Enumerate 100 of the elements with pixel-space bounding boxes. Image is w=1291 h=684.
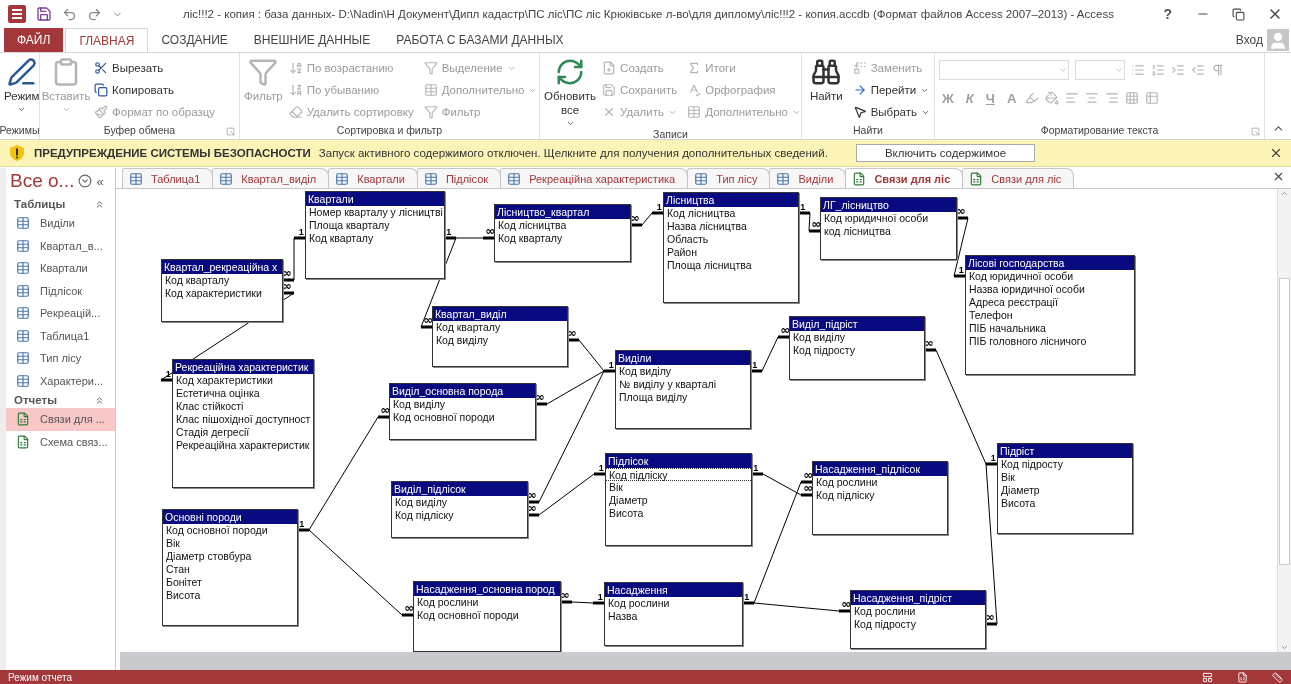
enable-content-button[interactable]: Включить содержимое bbox=[855, 144, 1036, 162]
table-card[interactable]: Насадження_підлісок Код рослини Код підліску bbox=[812, 461, 948, 535]
field-name[interactable]: Номер кварталу у лісництві bbox=[306, 206, 444, 219]
table-card[interactable]: Лісництва Код лісництва Назва лісництва Область Район Площа лісництва bbox=[663, 192, 799, 303]
navigation-item[interactable]: Таблица1 bbox=[6, 324, 115, 347]
field-name[interactable]: Естетична оцінка bbox=[173, 387, 313, 400]
field-name[interactable]: Назва лісництва bbox=[664, 220, 798, 233]
table-card[interactable]: ЛГ_лісництво Код юридичної особи код лісництва bbox=[820, 197, 957, 260]
field-name[interactable]: Код рослини bbox=[605, 597, 742, 610]
table-card[interactable]: Виділ_підріст Код виділу Код підросту bbox=[789, 316, 925, 380]
ribbon-tab[interactable]: ГЛАВНАЯ bbox=[65, 28, 149, 52]
navigation-item[interactable]: Підлісок bbox=[6, 279, 115, 302]
field-name[interactable]: Код основної породи bbox=[414, 609, 560, 622]
field-name[interactable]: Клас стійкості bbox=[173, 400, 313, 413]
ribbon-tab[interactable]: СОЗДАНИЕ bbox=[148, 28, 241, 52]
field-name[interactable]: Вік bbox=[606, 481, 751, 494]
document-tab[interactable]: Связи для ліс bbox=[962, 168, 1075, 188]
field-name[interactable]: Телефон bbox=[966, 309, 1134, 322]
field-name[interactable]: ПІБ начальника bbox=[966, 322, 1134, 335]
field-name[interactable]: Вік bbox=[163, 537, 297, 550]
ribbon-button[interactable]: Перейти bbox=[852, 79, 930, 101]
field-name[interactable]: Площа виділу bbox=[616, 391, 750, 404]
field-name[interactable]: Район bbox=[664, 246, 798, 259]
field-name[interactable]: Код підліску bbox=[813, 489, 947, 502]
field-name[interactable]: Код лісництва bbox=[495, 219, 630, 232]
navigation-item[interactable]: Квартали bbox=[6, 257, 115, 280]
field-name[interactable]: Код виділу bbox=[433, 334, 567, 347]
field-name[interactable]: Площа лісництва bbox=[664, 259, 798, 272]
ribbon-large-button[interactable]: Режим bbox=[4, 57, 40, 114]
field-name[interactable]: Код рослини bbox=[851, 605, 985, 618]
field-name[interactable]: Бонітет bbox=[163, 576, 297, 589]
field-name[interactable]: Код основної породи bbox=[163, 524, 297, 537]
field-name[interactable]: Код рослини bbox=[813, 476, 947, 489]
table-card[interactable]: Лісові господарства Код юридичної особи Назва юридичної особи Адреса реєстрації Телефон ПІБ начальника ПІБ головного лісничого bbox=[965, 255, 1135, 375]
document-tab[interactable]: Рекреаційна характеристика bbox=[500, 168, 689, 188]
table-card[interactable]: Виділи Код виділу № виділу у кварталі Площа виділу bbox=[615, 350, 751, 429]
field-name[interactable]: Адреса реєстрації bbox=[966, 296, 1134, 309]
ribbon-tab[interactable]: ФАЙЛ bbox=[4, 28, 64, 52]
ribbon-button[interactable]: Вырезать bbox=[94, 57, 216, 79]
field-name[interactable]: Стадія дегресії bbox=[173, 426, 313, 439]
field-name[interactable]: Діаметр стовбура bbox=[163, 550, 297, 563]
table-card[interactable]: Квартали Номер кварталу у лісництві Площа кварталу Код кварталу bbox=[305, 191, 445, 279]
table-card[interactable]: Підріст Код підросту Вік Діаметр Висота bbox=[997, 443, 1133, 534]
field-name[interactable]: Висота bbox=[163, 589, 297, 602]
document-tab[interactable]: Связи для ліс bbox=[845, 168, 964, 188]
field-name[interactable]: Площа кварталу bbox=[306, 219, 444, 232]
field-name[interactable]: Код підросту bbox=[998, 458, 1132, 471]
table-card[interactable]: Підлісок Код підліску Вік Діаметр Висота bbox=[605, 453, 752, 546]
section-header[interactable]: Таблицы bbox=[6, 196, 115, 212]
field-name[interactable]: Код виділу bbox=[790, 331, 924, 344]
navigation-item[interactable]: Рекреацій... bbox=[6, 302, 115, 325]
field-name[interactable]: Рекреаційна характеристик bbox=[173, 439, 313, 452]
field-name[interactable]: Вік bbox=[998, 471, 1132, 484]
field-name[interactable]: Діаметр bbox=[998, 484, 1132, 497]
ribbon-large-button[interactable]: Найти bbox=[806, 57, 847, 103]
field-name[interactable]: Код виділу bbox=[390, 398, 535, 411]
ribbon-tab[interactable]: РАБОТА С БАЗАМИ ДАННЫХ bbox=[383, 28, 577, 52]
navigation-item[interactable]: Виділи bbox=[6, 212, 115, 235]
table-card[interactable]: Квартал_рекреаційна х Код кварталу Код характеристики bbox=[161, 259, 283, 322]
field-name[interactable]: Область bbox=[664, 233, 798, 246]
document-tab[interactable]: Підлісок bbox=[416, 168, 502, 188]
field-name[interactable]: Діаметр bbox=[606, 494, 751, 507]
document-tab[interactable]: Квартали bbox=[328, 168, 418, 188]
table-card[interactable]: Основні породи Код основної породи Вік Діаметр стовбура Стан Бонітет Висота bbox=[162, 509, 298, 626]
help-button[interactable]: ? bbox=[1163, 6, 1172, 22]
table-card[interactable]: Рекреаційна характеристик Код характеристики Естетична оцінка Клас стійкості Клас пішохідної доступност Стадія дегресії Рекреаційна характеристик bbox=[172, 359, 314, 488]
field-name[interactable]: Код основної породи bbox=[390, 411, 535, 424]
document-tab[interactable]: Таблица1 bbox=[122, 168, 214, 188]
ribbon-button[interactable]: Выбрать bbox=[852, 101, 930, 123]
field-name[interactable]: Клас пішохідної доступност bbox=[173, 413, 313, 426]
field-name[interactable]: Назва юридичної особи bbox=[966, 283, 1134, 296]
collapse-pane-button[interactable]: « bbox=[96, 173, 104, 189]
warning-message[interactable]: Запуск активного содержимого отключен. Щелкните для получения дополнительных сведений. bbox=[318, 147, 828, 159]
field-name[interactable]: Код рослини bbox=[414, 596, 560, 609]
field-name[interactable]: Код кварталу bbox=[495, 232, 630, 245]
field-name[interactable]: Код кварталу bbox=[433, 321, 567, 334]
field-name[interactable]: Код підліску bbox=[606, 468, 751, 481]
field-name[interactable]: Висота bbox=[606, 507, 751, 520]
field-name[interactable]: Код підросту bbox=[790, 344, 924, 357]
field-name[interactable]: Код виділу bbox=[392, 496, 527, 509]
field-name[interactable]: ПІБ головного лісничого bbox=[966, 335, 1134, 348]
document-tab[interactable]: Квартал_виділ bbox=[212, 168, 330, 188]
field-name[interactable]: Назва bbox=[605, 610, 742, 623]
document-tab[interactable]: Виділи bbox=[769, 168, 847, 188]
field-name[interactable]: Код кварталу bbox=[162, 274, 282, 287]
navigation-item[interactable]: Характери... bbox=[6, 369, 115, 392]
navigation-pane-title[interactable]: Все о... bbox=[10, 170, 75, 192]
table-card[interactable]: Квартал_виділ Код кварталу Код виділу bbox=[432, 306, 568, 367]
field-name[interactable]: Код лісництва bbox=[664, 207, 798, 220]
sign-in-link[interactable]: Вход bbox=[1235, 33, 1263, 47]
navigation-item[interactable]: Квартал_в... bbox=[6, 234, 115, 257]
navigation-item[interactable]: Тип лісу bbox=[6, 347, 115, 370]
table-card[interactable]: Насадження_підріст Код рослини Код підросту bbox=[850, 590, 986, 649]
field-name[interactable]: Стан bbox=[163, 563, 297, 576]
field-name[interactable]: Код виділу bbox=[616, 365, 750, 378]
table-card[interactable]: Виділ_підлісок Код виділу Код підліску bbox=[391, 481, 528, 538]
field-name[interactable]: Код характеристики bbox=[173, 374, 313, 387]
field-name[interactable]: Висота bbox=[998, 497, 1132, 510]
field-name[interactable]: Код підліску bbox=[392, 509, 527, 522]
document-tab[interactable]: Тип лісу bbox=[687, 168, 771, 188]
